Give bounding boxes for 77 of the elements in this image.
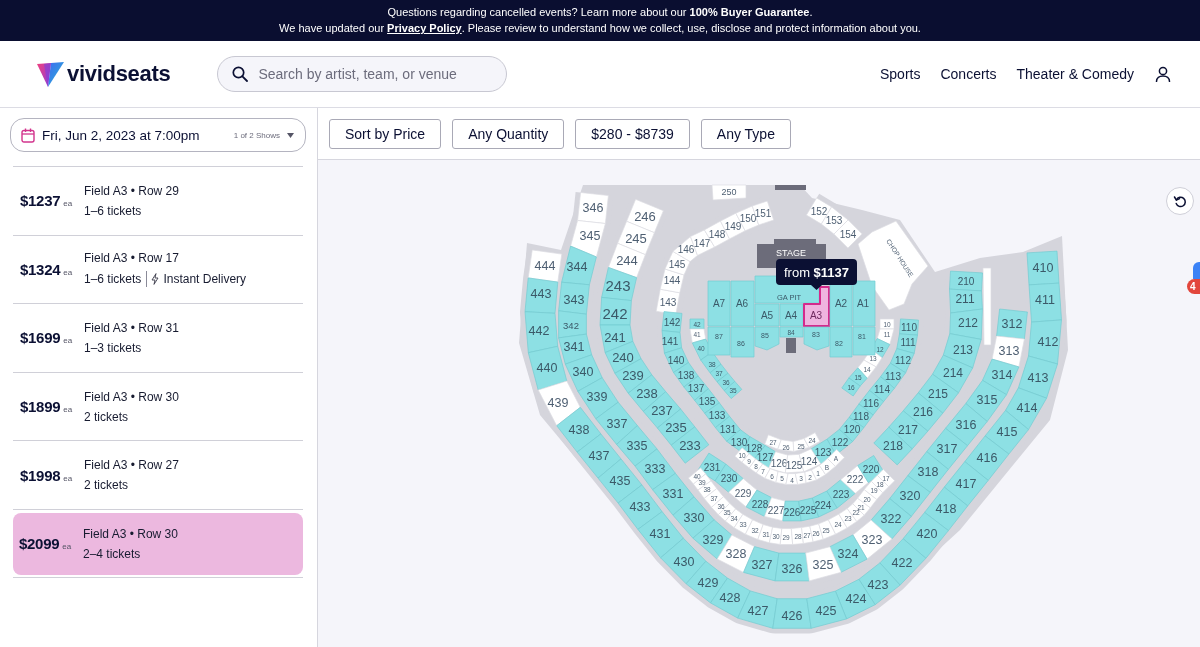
seat-section[interactable]: 442 <box>524 311 559 354</box>
price-text: $1998 <box>20 466 61 484</box>
delivery-type-text: Instant Delivery <box>163 272 247 287</box>
ticket-listing[interactable]: $1699 ea Field A3 • Row 31 1–3 tickets <box>13 304 303 372</box>
price-text: $1699 <box>20 329 61 347</box>
ticket-quantity-text: 2 tickets <box>84 409 128 424</box>
nav-link[interactable]: Sports <box>880 66 921 82</box>
reset-icon <box>1172 193 1188 209</box>
nav-link[interactable]: Theater & Comedy <box>1016 66 1134 82</box>
ticket-quantity-text: 1–6 tickets <box>84 203 142 218</box>
ticket-quantity-text: 2 tickets <box>84 478 128 493</box>
seat-section[interactable]: 443 <box>524 277 559 314</box>
lightning-icon <box>151 273 160 286</box>
ticket-quantity-text: 2–4 tickets <box>83 546 141 561</box>
price-text: $1237 <box>20 192 61 210</box>
ticket-listing[interactable]: $1237 ea Field A3 • Row 29 1–6 tickets <box>13 167 303 235</box>
announcement-text: Questions regarding cancelled events? Learn more about our 100% Buyer Guarantee. <box>386 5 814 20</box>
ticket-listing[interactable]: $1998 ea Field A3 • Row 27 2 tickets <box>13 441 303 509</box>
ticket-listing[interactable]: $1899 ea Field A3 • Row 30 2 tickets <box>13 372 303 441</box>
seat-section[interactable]: 425 <box>806 590 847 629</box>
caret-icon <box>287 132 294 138</box>
seat-section[interactable]: 412 <box>1028 319 1062 365</box>
seat-location-text: Field A3 • Row 30 <box>83 526 178 541</box>
seat-section[interactable]: A7 <box>707 280 731 327</box>
logo-mark-icon[interactable] <box>37 61 64 87</box>
seat-location-text: Field A3 • Row 17 <box>84 251 180 266</box>
scoreboard-block <box>775 185 806 190</box>
filter-button[interactable]: Any Quantity <box>452 118 565 149</box>
price-unit-text: ea <box>63 267 73 277</box>
filter-button[interactable]: Sort by Price <box>329 118 442 149</box>
ticket-quantity-text: 1–3 tickets <box>84 341 142 355</box>
seat-location-text: Field A3 • Row 27 <box>84 458 179 473</box>
seat-section[interactable]: 242 <box>599 297 632 326</box>
price-text: $1899 <box>20 398 61 416</box>
reset-view-button[interactable] <box>1166 187 1194 215</box>
seat-section[interactable]: 426 <box>772 598 812 629</box>
ticket-quantity-text: 1–6 tickets <box>84 272 142 287</box>
price-text: $2099 <box>19 535 60 553</box>
side-tab[interactable] <box>1193 262 1200 279</box>
search-field[interactable]: Search by artist, team, or venue <box>217 56 508 92</box>
seat-section[interactable]: A6 <box>730 280 755 327</box>
seat-section[interactable]: A5 <box>754 303 780 327</box>
seat-section[interactable]: A1 <box>852 280 876 327</box>
seat-location-text: Field A3 • Row 29 <box>84 183 179 198</box>
privacy-policy-link[interactable]: Privacy Policy <box>387 22 462 34</box>
seat-section[interactable]: 344 <box>561 245 597 286</box>
ticket-listing[interactable]: $2099 ea Field A3 • Row 30 2–4 tickets <box>13 512 303 575</box>
notification-badge: 4 <box>1187 279 1200 294</box>
seat-section[interactable]: 420 <box>902 512 949 559</box>
event-date-selector[interactable]: Fri, Jun 2, 2023 at 7:00pm 1 of 2 Shows <box>10 118 306 152</box>
price-unit-text: ea <box>63 405 73 415</box>
seat-section[interactable]: 413 <box>1018 355 1058 399</box>
seat-section[interactable]: A4 <box>779 303 804 327</box>
user-account-icon[interactable] <box>1155 66 1171 82</box>
seat-location-text: Field A3 • Row 30 <box>84 389 179 404</box>
filter-button[interactable]: Any Type <box>700 118 791 149</box>
price-unit-text: ea <box>63 473 73 483</box>
seat-section[interactable]: 410 <box>1026 250 1060 286</box>
seat-section[interactable]: 346 <box>577 192 609 224</box>
nav-link[interactable]: Concerts <box>940 66 997 82</box>
announcement-text: We have updated our Privacy Policy. Please review to understand how we collect, use, disclose and protect information about you. <box>278 21 922 36</box>
seat-section[interactable]: 444 <box>527 249 563 283</box>
calendar-icon <box>21 127 35 143</box>
ticket-listing[interactable]: $1324 ea Field A3 • Row 17 1–6 tickets Instant Delivery <box>13 235 303 304</box>
seat-section[interactable]: 343 <box>558 281 590 315</box>
price-unit-text: ea <box>63 336 73 346</box>
price-text: $1324 <box>20 260 61 278</box>
filter-button[interactable]: $280 - $8739 <box>575 118 690 149</box>
seat-location-text: Field A3 • Row 31 <box>84 321 179 335</box>
mix-booth-block <box>786 338 796 353</box>
seat-section[interactable]: 250 <box>711 184 747 201</box>
seat-section[interactable]: 312 <box>996 308 1028 340</box>
price-unit-text: ea <box>63 199 73 209</box>
logo-text[interactable]: vividseats <box>67 61 171 87</box>
seat-section[interactable]: 243 <box>601 267 637 301</box>
search-icon <box>232 66 249 82</box>
price-unit-text: ea <box>62 542 72 552</box>
